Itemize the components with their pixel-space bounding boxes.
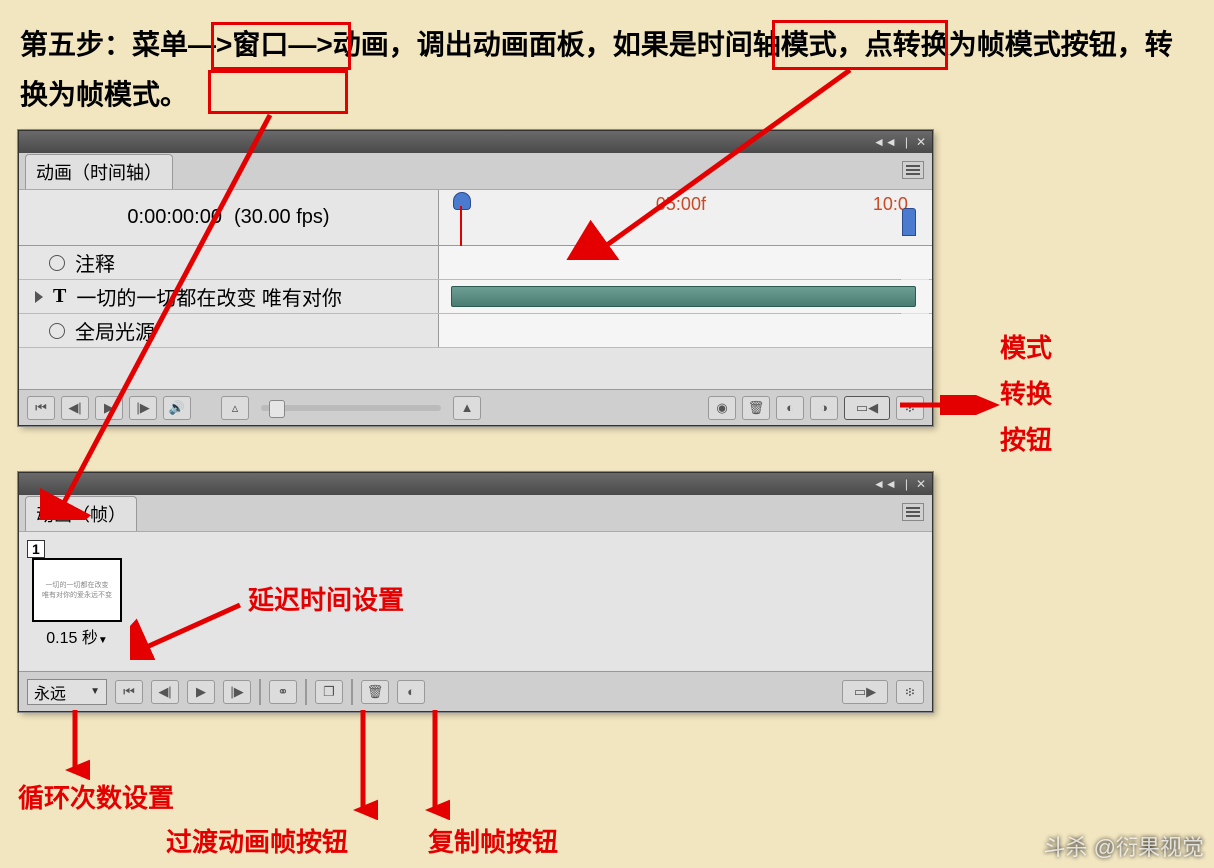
duplicate-frame-button[interactable]: ❐: [315, 680, 343, 704]
track-text-layer[interactable]: T 一切的一切都在改变 唯有对你: [19, 280, 932, 314]
anno-mode-1: 模式: [1000, 328, 1052, 365]
play-button[interactable]: ▶: [95, 396, 123, 420]
anno-delay: 延迟时间设置: [248, 580, 404, 617]
track-global-light: 全局光源: [19, 314, 932, 348]
expand-icon[interactable]: [35, 291, 43, 303]
frame-number: 1: [27, 540, 45, 558]
track-label: 一切的一切都在改变 唯有对你: [76, 282, 342, 311]
arrow-tween: [348, 710, 378, 820]
timecode-area: 0:00:00:00 (30.00 fps): [19, 190, 439, 245]
next-frame-button[interactable]: |▶: [129, 396, 157, 420]
type-icon: T: [53, 285, 66, 308]
misc-button-2[interactable]: ◑: [810, 396, 838, 420]
work-area-end[interactable]: [902, 208, 916, 236]
rewind-button[interactable]: ⏮: [27, 396, 55, 420]
prev-frame-button[interactable]: ◀|: [151, 680, 179, 704]
layer-duration-bar[interactable]: [451, 286, 916, 307]
frame-footer: 永远 ⏮ ◀| ▶ |▶ ⚭ ❐ 🗑 ◐ ▭▶ ፨: [19, 671, 932, 711]
timeline-ruler[interactable]: 0:00:00:00 (30.00 fps) 05:00f 10:0: [19, 190, 932, 246]
delete-frame-button[interactable]: 🗑: [361, 680, 389, 704]
close-icon[interactable]: ✕: [916, 477, 926, 491]
frame-thumb-1[interactable]: 1 一切的一切都在改变 唯有对你的爱永远不变 0.15 秒▼: [27, 540, 127, 648]
timeline-footer: ⏮ ◀| ▶ |▶ 🔊 ▵ ▲ ◉ 🗑 ◐ ◑ ▭◀ ፨: [19, 389, 932, 425]
frame-preview: 一切的一切都在改变 唯有对你的爱永远不变: [32, 558, 122, 622]
frame-panel: ◄◄ | ✕ 动画（帧） 1 一切的一切都在改变 唯有对你的爱永远不变 0.15…: [18, 472, 933, 712]
divider-icon: |: [905, 135, 908, 149]
panel-titlebar: ◄◄ | ✕: [19, 473, 932, 495]
tab-frame[interactable]: 动画（帧）: [25, 496, 137, 531]
anno-mode-3: 按钮: [1000, 420, 1052, 457]
panel-menu-icon[interactable]: [902, 503, 924, 521]
misc-button-1[interactable]: ◐: [776, 396, 804, 420]
step-instruction: 第五步：菜单—>窗口—>动画，调出动画面板，如果是时间轴模式，点转换为帧模式按钮…: [20, 20, 1194, 121]
anno-copy: 复制帧按钮: [428, 822, 558, 859]
ruler-mark-5s: 05:00f: [656, 194, 706, 215]
zoom-in-icon[interactable]: ▲: [453, 396, 481, 420]
zoom-slider[interactable]: [261, 405, 441, 411]
frame-delay-label[interactable]: 0.15 秒▼: [46, 624, 108, 648]
delete-button[interactable]: 🗑: [742, 396, 770, 420]
timecode: 0:00:00:00: [127, 206, 222, 229]
convert-mode-button-2[interactable]: ▭▶: [842, 680, 888, 704]
fps-label: (30.00 fps): [234, 206, 330, 229]
loop-select[interactable]: 永远: [27, 679, 107, 705]
arrow-loop: [60, 710, 90, 780]
timeline-panel: ◄◄ | ✕ 动画（时间轴） 0:00:00:00 (30.00 fps) 05…: [18, 130, 933, 426]
timeline-body: 0:00:00:00 (30.00 fps) 05:00f 10:0 注释 T …: [19, 189, 932, 389]
play-button[interactable]: ▶: [187, 680, 215, 704]
playhead-icon[interactable]: [449, 192, 473, 244]
tab-row: 动画（帧）: [19, 495, 932, 531]
tab-timeline[interactable]: 动画（时间轴）: [25, 154, 173, 189]
anno-mode-2: 转换: [1000, 374, 1052, 411]
tween-button[interactable]: ⚭: [269, 680, 297, 704]
tab-row: 动画（时间轴）: [19, 153, 932, 189]
collapse-icon[interactable]: ◄◄: [873, 135, 897, 149]
panel-menu-icon[interactable]: [902, 161, 924, 179]
first-frame-button[interactable]: ⏮: [115, 680, 143, 704]
convert-mode-button[interactable]: ▭◀: [844, 396, 890, 420]
resize-grip-icon[interactable]: ፨: [896, 680, 924, 704]
arrow-copy: [420, 710, 450, 820]
stopwatch-icon[interactable]: [49, 323, 65, 339]
next-frame-button[interactable]: |▶: [223, 680, 251, 704]
anno-tween: 过渡动画帧按钮: [166, 822, 348, 859]
track-label: 全局光源: [75, 316, 155, 345]
track-label: 注释: [75, 248, 115, 277]
onion-skin-button[interactable]: ◉: [708, 396, 736, 420]
anno-loop: 循环次数设置: [18, 778, 174, 815]
collapse-icon[interactable]: ◄◄: [873, 477, 897, 491]
audio-button[interactable]: 🔊: [163, 396, 191, 420]
close-icon[interactable]: ✕: [916, 135, 926, 149]
misc-frame-button[interactable]: ◐: [397, 680, 425, 704]
track-comments: 注释: [19, 246, 932, 280]
divider-icon: |: [905, 477, 908, 491]
zoom-out-icon[interactable]: ▵: [221, 396, 249, 420]
prev-frame-button[interactable]: ◀|: [61, 396, 89, 420]
frame-body: 1 一切的一切都在改变 唯有对你的爱永远不变 0.15 秒▼: [19, 531, 932, 671]
resize-grip-icon[interactable]: ፨: [896, 396, 924, 420]
watermark: 斗杀 @衍果视觉: [1044, 830, 1204, 862]
stopwatch-icon[interactable]: [49, 255, 65, 271]
panel-titlebar: ◄◄ | ✕: [19, 131, 932, 153]
